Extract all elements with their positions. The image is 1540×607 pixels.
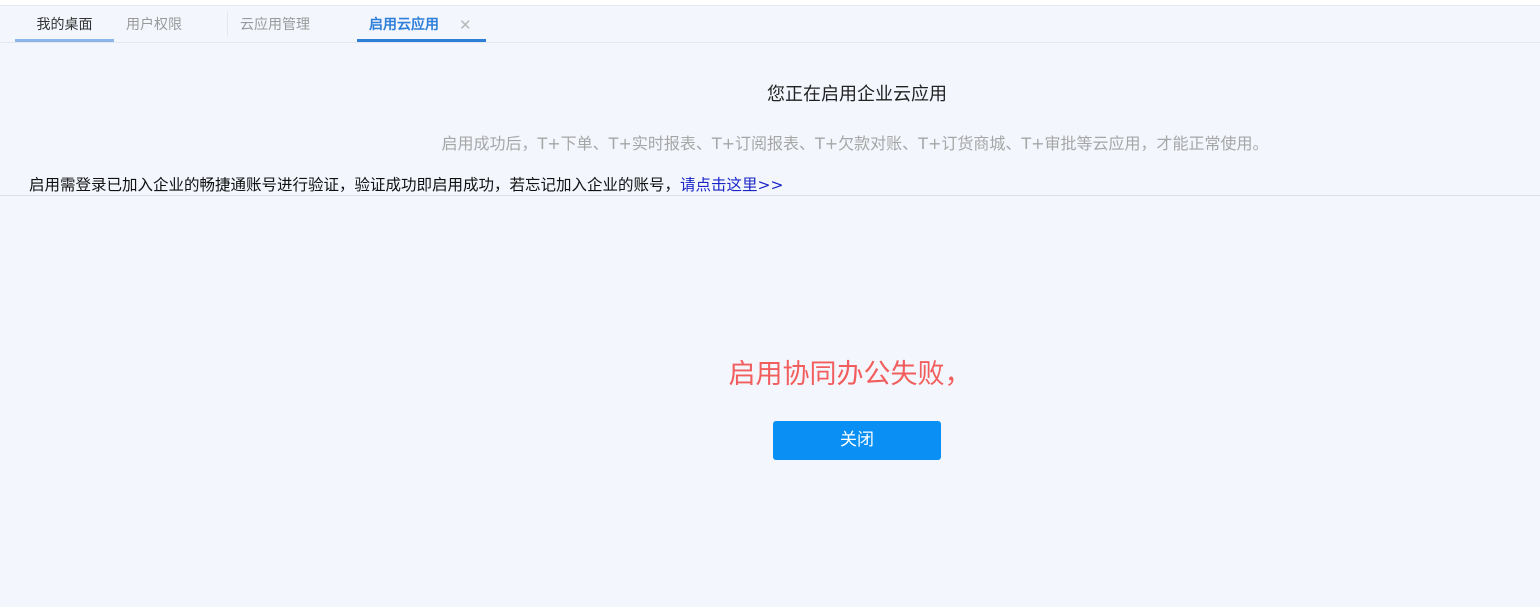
login-instruction-text: 启用需登录已加入企业的畅捷通账号进行验证，验证成功即启用成功，若忘记加入企业的账… <box>29 176 681 194</box>
tab-cloud-app-management[interactable]: 云应用管理 <box>228 11 357 37</box>
close-button[interactable]: 关闭 <box>773 421 941 460</box>
divider <box>0 195 1540 196</box>
tab-bar: 我的桌面 用户权限 云应用管理 启用云应用 ✕ <box>0 5 1540 43</box>
tab-label: 启用云应用 <box>369 17 439 33</box>
login-instruction: 启用需登录已加入企业的畅捷通账号进行验证，验证成功即启用成功，若忘记加入企业的账… <box>29 173 784 195</box>
error-message: 启用协同办公失败， <box>728 359 972 390</box>
page-title: 您正在启用企业云应用 <box>767 84 947 105</box>
click-here-link[interactable]: 请点击这里>> <box>680 176 783 194</box>
enable-description: 启用成功后，T+下单、T+实时报表、T+订阅报表、T+欠款对账、T+订货商城、T… <box>441 134 1269 153</box>
tab-user-permissions[interactable]: 用户权限 <box>114 11 228 37</box>
tab-label: 用户权限 <box>126 17 182 33</box>
tab-label: 云应用管理 <box>240 17 310 33</box>
tab-my-desktop[interactable]: 我的桌面 <box>15 6 114 42</box>
close-icon[interactable]: ✕ <box>459 6 472 44</box>
tab-enable-cloud-app[interactable]: 启用云应用 ✕ <box>357 6 486 42</box>
tab-label: 我的桌面 <box>36 17 93 33</box>
